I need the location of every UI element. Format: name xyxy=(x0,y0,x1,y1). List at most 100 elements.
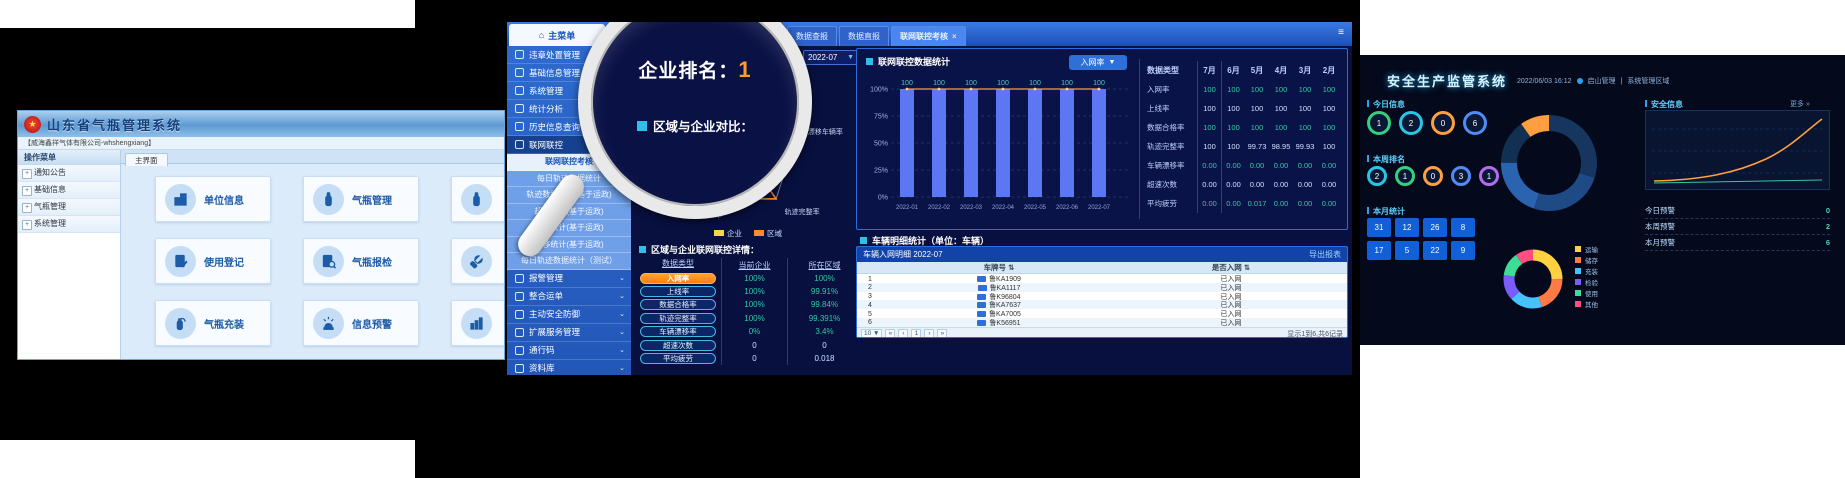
sidebar-item-报警管理[interactable]: 报警管理⌄ xyxy=(507,270,631,288)
sidebar-item-整合运单[interactable]: 整合运单⌄ xyxy=(507,288,631,306)
cylinder-app-window: ★ 山东省气瓶管理系统 【威海鑫祥气体有限公司-whshengxiang】 操作… xyxy=(17,110,505,360)
sidebar-item-资料库[interactable]: 资料库⌄ xyxy=(507,360,631,376)
section-bullet-icon xyxy=(860,237,867,244)
detail-col-header: 所在区域 xyxy=(787,258,861,272)
metric-pill-入网率[interactable]: 入网率 xyxy=(640,273,716,284)
vehicle-row-鲁KA7005[interactable]: 5鲁KA7005已入网 xyxy=(857,309,1347,318)
sidebar-item-label: 主动安全防御 xyxy=(529,308,580,320)
vehicle-row-鲁KA1117[interactable]: 2鲁KA1117已入网 xyxy=(857,283,1347,292)
app-title: 山东省气瓶管理系统 xyxy=(47,115,182,134)
metric-pill-上线率[interactable]: 上线率 xyxy=(640,286,716,297)
metric-pill-车辆漂移率[interactable]: 车辆漂移率 xyxy=(640,326,716,337)
row-number: 3 xyxy=(857,293,883,300)
metric-select[interactable]: 入网率▼ xyxy=(1069,55,1127,70)
home-card-气瓶充装[interactable]: 气瓶充装 xyxy=(155,300,271,346)
main-menu-button[interactable]: ⌂主菜单 xyxy=(509,24,605,46)
svg-text:0%: 0% xyxy=(878,195,888,202)
vehicle-col-header-车牌号[interactable]: 车牌号 ⇅ xyxy=(883,262,1115,273)
detail-row-超速次数: 超速次数00 xyxy=(635,338,861,351)
month-tile[interactable]: 31 xyxy=(1367,218,1391,237)
svg-text:2022-02: 2022-02 xyxy=(928,205,951,211)
legend-item-充装: 充装 xyxy=(1575,265,1598,276)
home-card-单位信息[interactable]: 单位信息 xyxy=(155,176,271,222)
sidebar-item-label: 报警管理 xyxy=(529,272,563,284)
chevron-down-icon: ⌄ xyxy=(619,310,625,318)
home-card-clipped-5[interactable] xyxy=(451,238,505,284)
month-value: 0.00 xyxy=(1197,194,1221,213)
sidebar-item-气瓶管理[interactable]: 气瓶管理 xyxy=(18,199,120,216)
legend-label: 区域 xyxy=(767,229,782,238)
home-card-clipped-8[interactable] xyxy=(451,300,505,346)
export-report-button[interactable]: 导出报表 xyxy=(1309,249,1341,260)
menu-icon[interactable]: ≡ xyxy=(1338,27,1344,38)
sidebar-item-系统管理[interactable]: 系统管理 xyxy=(18,216,120,233)
month-tile[interactable]: 26 xyxy=(1423,218,1447,237)
month-tile[interactable]: 22 xyxy=(1423,241,1447,260)
page-number-input[interactable]: 1 xyxy=(911,329,921,338)
pagination-prev-button[interactable]: ‹ xyxy=(898,329,908,338)
month-value: 100 xyxy=(1269,118,1293,137)
metric-pill-数据合格率[interactable]: 数据合格率 xyxy=(640,299,716,310)
sidebar-item-主动安全防御[interactable]: 主动安全防御 ⌄ xyxy=(507,306,631,324)
month-value: 0.00 xyxy=(1269,156,1293,175)
month-value: 100 xyxy=(1245,99,1269,118)
vehicle-col-header-是否入网[interactable]: 是否入网 ⇅ xyxy=(1115,262,1347,273)
legend-swatch xyxy=(1575,301,1581,307)
metric-pill-轨迹完整率[interactable]: 轨迹完整率 xyxy=(640,313,716,324)
vehicle-row-鲁K56951[interactable]: 6鲁K56951已入网 xyxy=(857,318,1347,327)
legend-item-运输: 运输 xyxy=(1575,243,1598,254)
legend-item-检验: 检验 xyxy=(1575,276,1598,287)
compare-title: 区域与企业对比： xyxy=(591,116,799,135)
region-value: 99.391% xyxy=(787,312,861,325)
month-tile[interactable]: 9 xyxy=(1451,241,1475,260)
home-card-气瓶报检[interactable]: 气瓶报检 xyxy=(303,238,419,284)
month-row-车辆漂移率: 车辆漂移率0.000.000.000.000.000.00 xyxy=(1145,156,1345,175)
more-link[interactable]: 更多 » xyxy=(1790,99,1810,109)
pagination-next-button[interactable]: › xyxy=(924,329,934,338)
rank-value: 1 xyxy=(738,57,751,82)
vehicle-row-鲁K96804[interactable]: 3鲁K96804已入网 xyxy=(857,292,1347,301)
home-card-使用登记[interactable]: 使用登记 xyxy=(155,238,271,284)
region-value: 3.4% xyxy=(787,325,861,338)
sidebar-item-基础信息[interactable]: 基础信息 xyxy=(18,182,120,199)
month-tile[interactable]: 12 xyxy=(1395,218,1419,237)
user-name[interactable]: 启山管理 xyxy=(1588,76,1616,86)
tab-数据直报[interactable]: 数据直报 xyxy=(839,26,889,46)
safety-dashboard-meta: 2022/06/03 16:12 启山管理 | 系统管理区域 xyxy=(1517,76,1669,86)
metric-pill-平均疲劳[interactable]: 平均疲劳 xyxy=(640,353,716,364)
svg-text:2022-05: 2022-05 xyxy=(1024,205,1047,211)
page-size-select[interactable]: 10 ▼ xyxy=(861,329,882,338)
sidebar-item-通知公告[interactable]: 通知公告 xyxy=(18,165,120,182)
bar-2022-04 xyxy=(996,89,1010,197)
detail-type-cell: 轨迹完整率 xyxy=(635,313,721,324)
home-card-clipped-2[interactable] xyxy=(451,176,505,222)
sidebar-item-label: 通行码 xyxy=(529,344,555,356)
vehicle-row-鲁KA7637[interactable]: 4鲁KA7637已入网 xyxy=(857,300,1347,309)
close-icon[interactable]: × xyxy=(952,32,957,41)
month-tile[interactable]: 5 xyxy=(1395,241,1419,260)
metric-pill-超速次数[interactable]: 超速次数 xyxy=(640,340,716,351)
wrench-icon xyxy=(461,246,492,277)
legend-item-储存: 储存 xyxy=(1575,254,1598,265)
svg-text:2022-03: 2022-03 xyxy=(960,205,983,211)
home-card-信息预警[interactable]: 信息预警 xyxy=(303,300,419,346)
sidebar-item-通行码[interactable]: 通行码 ⌄ xyxy=(507,342,631,360)
stat-label: 本月预警 xyxy=(1645,237,1675,248)
pagination-last-button[interactable]: » xyxy=(937,329,947,338)
month-tile[interactable]: 8 xyxy=(1451,218,1475,237)
expand-icon xyxy=(515,328,524,337)
home-card-label: 使用登记 xyxy=(204,254,244,269)
chevron-down-icon: ⌄ xyxy=(619,346,625,354)
pagination-first-button[interactable]: « xyxy=(885,329,895,338)
stat-label: 今日预警 xyxy=(1645,205,1675,216)
month-value: 100 xyxy=(1197,137,1221,156)
tab-联网联控考核[interactable]: 联网联控考核× xyxy=(891,26,966,46)
vehicle-row-鲁KA1909[interactable]: 1鲁KA1909已入网 xyxy=(857,274,1347,283)
home-card-label: 信息预警 xyxy=(352,316,392,331)
month-tile[interactable]: 17 xyxy=(1367,241,1391,260)
query-date-select[interactable]: 2022-07▼ xyxy=(803,50,859,65)
sidebar-item-扩展服务管理[interactable]: 扩展服务管理⌄ xyxy=(507,324,631,342)
donut-legend: 运输储存充装检验使用其他 xyxy=(1575,243,1598,309)
month-value: 99.73 xyxy=(1245,137,1269,156)
home-card-气瓶管理[interactable]: 气瓶管理 xyxy=(303,176,419,222)
